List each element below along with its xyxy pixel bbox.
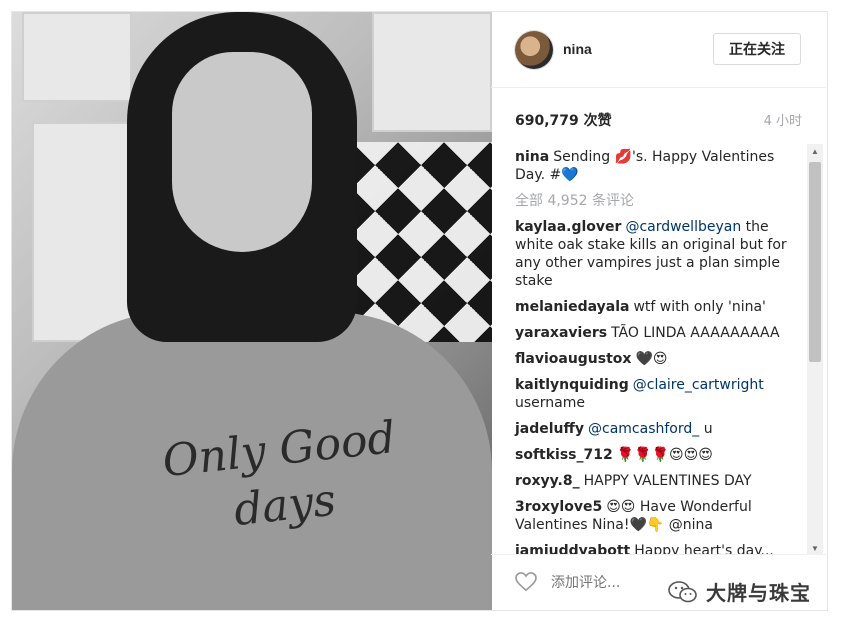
comment-mention[interactable]: @camcashford_ [588, 421, 699, 437]
comment-mention[interactable]: @claire_cartwright [633, 377, 764, 393]
comment-user[interactable]: kaylaa.glover [515, 219, 621, 235]
post-header: nina 正在关注 [491, 11, 826, 88]
caption-text: Sending 💋's. Happy Valentines Day. #💙 [515, 149, 775, 183]
likes-count[interactable]: 690,779 次赞 [515, 110, 612, 130]
scrollbar-thumb[interactable] [809, 162, 821, 362]
scroll-down-arrow-icon[interactable]: ▼ [807, 541, 823, 555]
post-side-panel: nina 正在关注 690,779 次赞 4 小时 nina Sending 💋'… [11, 11, 828, 611]
comment-mention[interactable]: @cardwellbeyan [625, 219, 741, 235]
post-stats: 690,779 次赞 4 小时 [491, 88, 826, 144]
comment-text: 🌹🌹🌹😍😍😍 [616, 447, 713, 463]
heart-icon[interactable] [515, 572, 537, 592]
comment-user[interactable]: roxyy.8_ [515, 473, 580, 489]
comment-text: wtf with only 'nina' [633, 299, 766, 315]
comment-item: iamjuddyabott Happy heart's day... [515, 542, 803, 555]
comment-user[interactable]: 3roxylove5 [515, 499, 602, 515]
comment-user[interactable]: softkiss_712 [515, 447, 613, 463]
avatar[interactable] [515, 31, 553, 69]
view-all-comments-link[interactable]: 全部 4,952 条评论 [515, 192, 803, 210]
comment-text: u [699, 421, 713, 437]
wechat-icon [668, 580, 697, 602]
comment-user[interactable]: iamjuddyabott [515, 543, 630, 554]
comment-item: 3roxylove5 😍😍 Have Wonderful Valentines N… [515, 498, 803, 534]
comment-user[interactable]: kaitlynquiding [515, 377, 629, 393]
comment-text: TÃO LINDA AAAAAAAAA [611, 325, 780, 341]
comment-item: flavioaugustox 🖤😍 [515, 350, 803, 368]
comment-item: melaniedayala wtf with only 'nina' [515, 298, 803, 316]
comment-item: jadeluffy @camcashford_ u [515, 420, 803, 438]
post-time[interactable]: 4 小时 [764, 110, 802, 129]
caption: nina Sending 💋's. Happy Valentines Day. #… [515, 148, 803, 184]
comment-item: softkiss_712 🌹🌹🌹😍😍😍 [515, 446, 803, 464]
comment-user[interactable]: melaniedayala [515, 299, 629, 315]
comment-user[interactable]: jadeluffy [515, 421, 584, 437]
comments-scrollbar[interactable]: ▲ ▼ [807, 144, 823, 555]
following-button[interactable]: 正在关注 [713, 33, 801, 65]
comment-item: kaitlynquiding @claire_cartwright usernam… [515, 376, 803, 412]
comments-inner: nina Sending 💋's. Happy Valentines Day. #… [515, 148, 803, 555]
scroll-up-arrow-icon[interactable]: ▲ [807, 144, 823, 158]
watermark: 大牌与珠宝 [668, 577, 811, 606]
comment-user[interactable]: flavioaugustox [515, 351, 631, 367]
comment-user[interactable]: yaraxaviers [515, 325, 607, 341]
comment-text: HAPPY VALENTINES DAY [583, 473, 752, 489]
caption-user[interactable]: nina [515, 149, 549, 165]
post-username[interactable]: nina [563, 41, 592, 57]
comment-text: username [515, 395, 585, 411]
comment-text: 🖤😍 [635, 351, 668, 367]
comments-list[interactable]: nina Sending 💋's. Happy Valentines Day. #… [491, 144, 826, 555]
comment-item: roxyy.8_ HAPPY VALENTINES DAY [515, 472, 803, 490]
add-comment-input[interactable] [549, 570, 653, 596]
comment-item: yaraxaviers TÃO LINDA AAAAAAAAA [515, 324, 803, 342]
comment-text: Happy heart's day... [634, 543, 774, 555]
watermark-text: 大牌与珠宝 [706, 581, 811, 605]
comment-item: kaylaa.glover @cardwellbeyan the white oa… [515, 218, 803, 290]
